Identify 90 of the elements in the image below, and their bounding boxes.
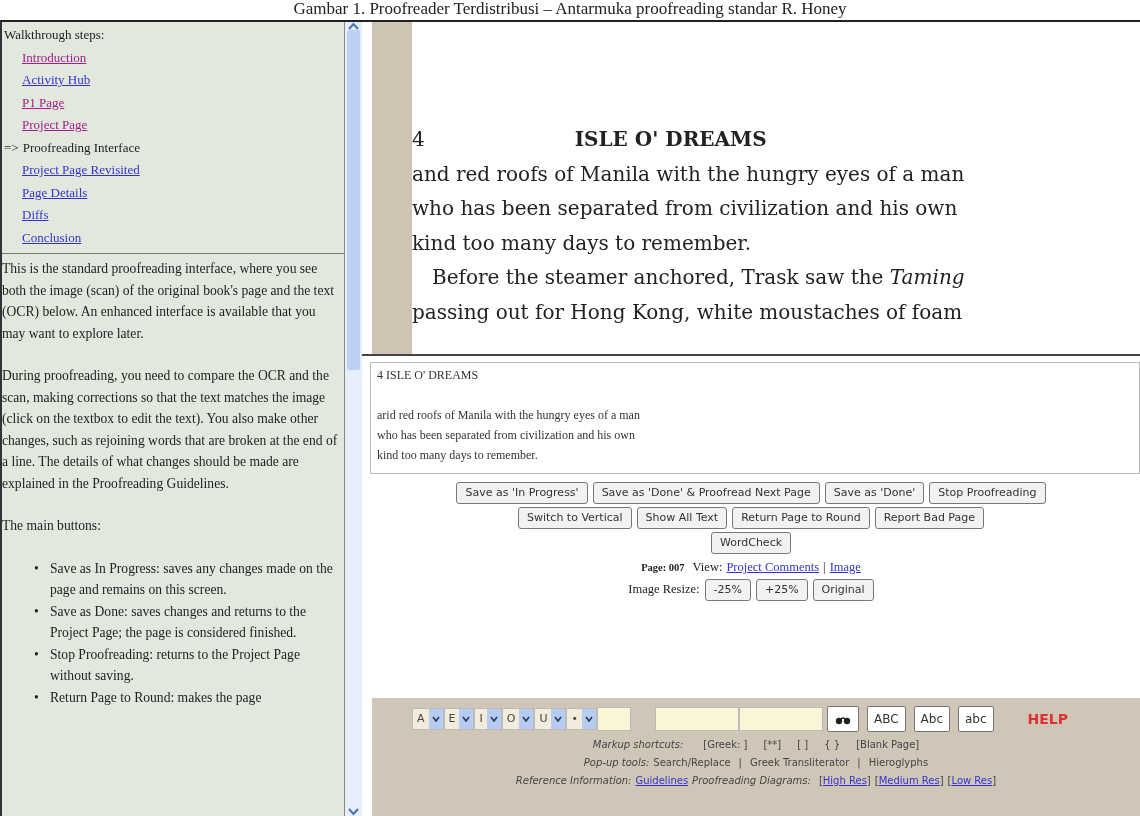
step-link[interactable]: Project Page [22, 114, 88, 137]
bullet-marker: • [34, 688, 40, 707]
markup-label: Markup shortcuts: [592, 739, 684, 750]
bracket-text: [ [947, 775, 952, 786]
help-paragraph: The main buttons: [2, 517, 102, 535]
view-link[interactable]: Image [829, 560, 861, 574]
replace-input[interactable] [738, 707, 823, 731]
action-button[interactable]: Save as 'In Progress' [456, 482, 588, 504]
view-label: View: [692, 560, 723, 574]
scan-text-line: who has been separated from civilization and his own [412, 195, 959, 222]
action-button[interactable]: WordCheck [710, 532, 792, 554]
separator-text: | [823, 560, 826, 574]
case-button[interactable]: ABC [866, 706, 906, 732]
resize-button[interactable]: Original [812, 578, 874, 601]
help-bullet: Save as Done: saves changes and returns to the Project Page; the page is considered finished. [50, 602, 307, 642]
action-button[interactable]: Return Page to Round [732, 507, 870, 529]
glasses-icon [835, 716, 851, 724]
diagram-link[interactable]: Low Res [951, 775, 993, 786]
current-step: Proofreading Interface [22, 136, 140, 159]
resize-button[interactable]: -25% [704, 578, 751, 601]
scan-text-line: kind too many days to remember. [412, 229, 753, 257]
bullet-marker: • [34, 645, 40, 664]
step-link[interactable]: Activity Hub [22, 69, 91, 92]
scan-text-line: Before the steamer anchored, Trask saw the Taming [431, 264, 966, 291]
running-head: ISLE O' DREAMS [574, 126, 767, 153]
accent-select[interactable]: A [412, 708, 444, 730]
markup-shortcut[interactable]: [**] [763, 739, 782, 750]
scroll-down-icon[interactable] [348, 808, 359, 816]
diagram-link[interactable]: Medium Res [878, 775, 940, 786]
resize-label: Image Resize: [628, 581, 700, 599]
popup-tools-label: Pop-up tools: [583, 757, 650, 768]
figure-caption: Gambar 1. Proofreader Terdistribusi – Antarmuka proofreading standar R. Honey [292, 0, 848, 20]
popup-tool[interactable]: Greek Transliterator [750, 757, 850, 768]
scroll-up-icon[interactable] [348, 22, 359, 30]
action-button[interactable]: Switch to Vertical [518, 507, 632, 529]
reference-label: Reference Information: [515, 775, 632, 786]
glasses-button[interactable] [826, 706, 859, 732]
bracket-text: ] [866, 775, 871, 786]
bracket-text: [ [874, 775, 879, 786]
current-step-marker: => [4, 138, 19, 157]
bracket-text: ] [992, 775, 997, 786]
help-bullet: Save as In Progress: saves any changes made on the page and remains on this screen. [50, 559, 334, 599]
view-link[interactable]: Project Comments [726, 560, 820, 574]
bullet-marker: • [34, 559, 40, 578]
bracket-text: ] [939, 775, 944, 786]
scrollbar[interactable] [345, 22, 362, 816]
diagrams-label: Proofreading Diagrams: [692, 775, 811, 786]
markup-shortcut[interactable]: [Blank Page] [856, 739, 920, 750]
ocr-textarea[interactable]: 4 ISLE O' DREAMS arid red roofs of Manila with the hungry eyes of a man who has been separated from civilization and his own kind too many days to remember. [370, 362, 1140, 474]
walkthrough-title: Walkthrough steps: [4, 26, 106, 44]
scrollbar-thumb[interactable] [347, 30, 360, 370]
action-button[interactable]: Save as 'Done' & Proofread Next Page [592, 482, 820, 504]
separator-text: | [857, 757, 861, 768]
action-button[interactable]: Show All Text [636, 507, 728, 529]
step-link[interactable]: Introduction [22, 46, 87, 69]
bullet-marker: • [34, 602, 40, 621]
markup-shortcut[interactable]: [ ] [797, 739, 809, 750]
guidelines-link[interactable]: Guidelines [635, 775, 689, 786]
page-number: 4 [412, 126, 425, 153]
separator-text: | [738, 757, 742, 768]
case-button[interactable]: Abc [913, 706, 950, 732]
popup-tool[interactable]: Search/Replace [653, 757, 731, 768]
popup-tool[interactable]: Hieroglyphs [868, 757, 929, 768]
action-button[interactable]: Stop Proofreading [929, 482, 1046, 504]
action-button[interactable]: Save as 'Done' [824, 482, 925, 504]
character-input[interactable] [596, 707, 631, 731]
accent-select[interactable]: I [474, 708, 502, 730]
help-paragraph: During proofreading, you need to compare the OCR and the scan, making corrections so that the text matches the image (click on the textbox to edit the text). You also make other changes, such as rejoining words that are broken at the end of a line. The details of what changes should be made are explained in the Proofreading Guidelines. [2, 367, 339, 493]
markup-shortcut[interactable]: { } [824, 739, 841, 750]
step-link[interactable]: P1 Page [22, 91, 65, 114]
case-button[interactable]: abc [958, 706, 994, 732]
scan-text-line: and red roofs of Manila with the hungry eyes of a man [412, 160, 966, 188]
help-bullet: Return Page to Round: makes the page [50, 688, 262, 707]
step-link[interactable]: Project Page Revisited [22, 159, 140, 182]
step-link[interactable]: Page Details [22, 181, 88, 204]
search-input[interactable] [654, 707, 739, 731]
help-bullet: Stop Proofreading: returns to the Project Page without saving. [50, 645, 301, 685]
markup-shortcut[interactable]: [Greek: ] [703, 739, 748, 750]
step-link[interactable]: Conclusion [22, 226, 82, 249]
help-paragraph: This is the standard proofreading interface, where you see both the image (scan) of the original book's page and the text (OCR) below. An enhanced interface is available that you may want to explore later. [2, 260, 335, 343]
action-button[interactable]: Report Bad Page [874, 507, 984, 529]
accent-select[interactable]: O [501, 708, 535, 730]
page-number-label: Page: 007 [641, 562, 685, 573]
accent-select[interactable]: U [534, 708, 567, 730]
step-link[interactable]: Diffs [22, 204, 49, 227]
accent-select[interactable]: E [443, 708, 475, 730]
resize-button[interactable]: +25% [755, 578, 808, 601]
bracket-text: [ [818, 775, 823, 786]
scan-text-line: passing out for Hong Kong, white moustaches of foam [412, 298, 964, 326]
accent-select[interactable]: • [566, 708, 597, 730]
